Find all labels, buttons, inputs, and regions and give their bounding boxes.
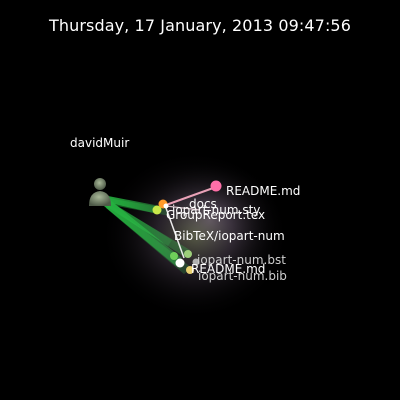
file-node-tex-green [170, 252, 178, 260]
file-label-readme: README.md [226, 184, 300, 198]
gource-viewport: Thursday, 17 January, 2013 09:47:56 davi… [0, 0, 400, 400]
file-node-bst [184, 250, 192, 258]
file-label-iopart-bib: iopart-num.bib [198, 269, 287, 283]
file-node-readme-lower [175, 258, 185, 268]
repository-visualization: davidMuir README.md docs iopart-num.sty … [70, 136, 300, 320]
file-node-readme [210, 180, 222, 192]
file-label-bibtex-dir: BibTeX/iopart-num [174, 229, 285, 243]
file-node-groupreport [152, 205, 162, 215]
user-avatar-icon [89, 178, 111, 206]
user-name-label: davidMuir [70, 136, 129, 150]
file-label-groupreport: GroupReport.tex [166, 208, 265, 222]
